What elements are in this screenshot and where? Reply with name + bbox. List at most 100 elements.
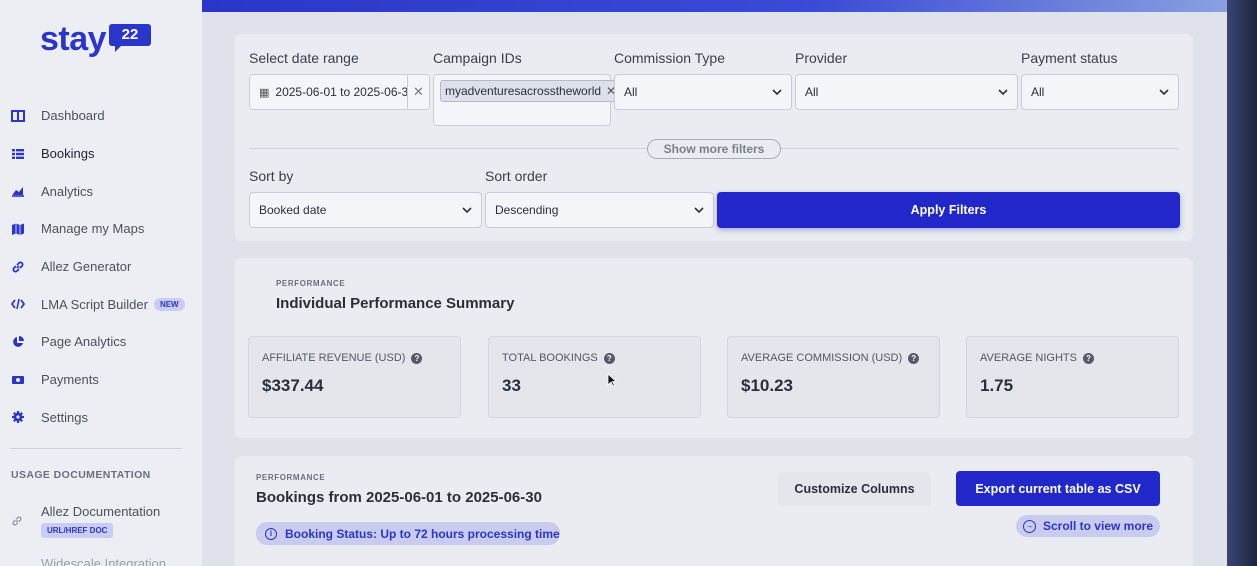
dashboard-icon <box>11 109 25 123</box>
payment-status-value: All <box>1031 85 1045 99</box>
stat-value: $337.44 <box>262 376 324 395</box>
chart-icon <box>11 184 25 198</box>
stat-card-total-bookings: TOTAL BOOKINGS ? 33 <box>488 336 701 418</box>
sidebar: stay 22 Dashboard Bookings Analytics Man… <box>0 0 202 566</box>
provider-select[interactable]: All <box>795 74 1018 110</box>
info-icon: i <box>265 527 277 540</box>
campaign-ids-label: Campaign IDs <box>433 50 522 66</box>
bookings-title: Bookings from 2025-06-01 to 2025-06-30 <box>256 489 542 506</box>
top-accent-bar <box>202 0 1227 12</box>
stat-card-affiliate-revenue: AFFILIATE REVENUE (USD) ? $337.44 <box>248 336 461 418</box>
show-more-filters-button[interactable]: Show more filters <box>647 139 781 159</box>
scroll-to-view-more-button[interactable]: → Scroll to view more <box>1016 515 1160 537</box>
date-range-value: 2025-06-01 to 2025-06-3 <box>275 85 409 99</box>
doc-title: Allez Documentation <box>41 504 161 519</box>
date-range-label: Select date range <box>249 50 359 66</box>
stat-label: AFFILIATE REVENUE (USD) ? <box>262 352 423 364</box>
sort-order-value: Descending <box>495 203 559 217</box>
sidebar-item-analytics[interactable]: Analytics <box>0 172 202 210</box>
scroll-hint-label: Scroll to view more <box>1042 519 1154 533</box>
sidebar-item-manage-maps[interactable]: Manage my Maps <box>0 210 202 248</box>
export-csv-button[interactable]: Export current table as CSV <box>956 471 1160 506</box>
date-range-input[interactable]: ▦ 2025-06-01 to 2025-06-3 ✕ <box>249 74 430 110</box>
sidebar-item-settings[interactable]: Settings <box>0 399 202 437</box>
doc-item-widescale[interactable]: Widescale Integration <box>41 556 166 566</box>
payment-status-select[interactable]: All <box>1021 74 1179 110</box>
stat-label-text: AFFILIATE REVENUE (USD) <box>262 352 406 364</box>
help-icon[interactable]: ? <box>411 352 423 364</box>
stat-card-average-nights: AVERAGE NIGHTS ? 1.75 <box>966 336 1179 418</box>
doc-heading: USAGE DOCUMENTATION <box>11 469 151 481</box>
chevron-down-icon <box>1159 89 1169 96</box>
chevron-down-icon <box>462 207 472 214</box>
calendar-icon: ▦ <box>259 86 270 99</box>
stat-value: $10.23 <box>741 376 793 395</box>
campaign-tag: myadventuresacrosstheworld ✕ <box>440 80 621 102</box>
map-icon <box>11 222 25 236</box>
customize-columns-button[interactable]: Customize Columns <box>778 472 931 506</box>
sidebar-item-label: LMA Script Builder <box>41 296 148 312</box>
campaign-tag-label: myadventuresacrosstheworld <box>445 84 602 98</box>
mouse-cursor-icon <box>607 373 617 387</box>
help-icon[interactable]: ? <box>1082 352 1094 364</box>
chevron-down-icon <box>998 89 1008 96</box>
arrow-right-icon: → <box>1022 519 1036 533</box>
sidebar-item-label: Dashboard <box>41 108 105 124</box>
code-icon <box>11 297 25 311</box>
logo[interactable]: stay <box>40 20 107 59</box>
sort-order-select[interactable]: Descending <box>485 192 714 228</box>
stat-label: AVERAGE NIGHTS ? <box>980 352 1094 364</box>
campaign-ids-input[interactable]: myadventuresacrosstheworld ✕ <box>433 74 621 126</box>
new-badge: NEW <box>153 297 185 311</box>
money-icon <box>11 373 25 387</box>
sort-by-label: Sort by <box>249 168 294 184</box>
chevron-down-icon <box>772 89 782 96</box>
sidebar-item-bookings[interactable]: Bookings <box>0 135 202 173</box>
stat-label-text: AVERAGE COMMISSION (USD) <box>741 352 903 364</box>
stat-card-average-commission: AVERAGE COMMISSION (USD) ? $10.23 <box>727 336 940 418</box>
booking-status-badge: i Booking Status: Up to 72 hours process… <box>256 522 560 545</box>
stat-label-text: TOTAL BOOKINGS <box>502 352 598 364</box>
stat-label: AVERAGE COMMISSION (USD) ? <box>741 352 920 364</box>
sidebar-nav: Dashboard Bookings Analytics Manage my M… <box>0 97 202 436</box>
help-icon[interactable]: ? <box>908 352 920 364</box>
link-icon <box>11 260 25 274</box>
sidebar-item-label: Allez Generator <box>41 259 132 275</box>
provider-label: Provider <box>795 50 848 66</box>
sort-by-value: Booked date <box>259 203 327 217</box>
link-icon <box>11 514 23 532</box>
commission-type-value: All <box>624 85 638 99</box>
sidebar-item-payments[interactable]: Payments <box>0 361 202 399</box>
commission-type-label: Commission Type <box>614 50 726 66</box>
apply-filters-button[interactable]: Apply Filters <box>717 192 1180 228</box>
sort-by-select[interactable]: Booked date <box>249 192 482 228</box>
list-icon <box>11 147 25 161</box>
sidebar-divider <box>10 448 182 449</box>
sidebar-item-label: Payments <box>41 372 99 388</box>
stat-label-text: AVERAGE NIGHTS <box>980 352 1077 364</box>
commission-type-select[interactable]: All <box>614 74 792 110</box>
sidebar-item-label: Analytics <box>41 183 94 199</box>
sidebar-item-label: Settings <box>41 409 88 425</box>
stat-value: 1.75 <box>980 376 1014 395</box>
logo-badge: 22 <box>109 24 151 52</box>
booking-status-text: Booking Status: Up to 72 hours processin… <box>285 526 560 541</box>
sidebar-item-allez-generator[interactable]: Allez Generator <box>0 248 202 286</box>
window-edge <box>1227 0 1257 566</box>
gear-icon <box>11 410 25 424</box>
sidebar-item-label: Bookings <box>41 146 95 162</box>
clear-date-icon[interactable]: ✕ <box>407 75 429 109</box>
summary-kicker: PERFORMANCE <box>276 279 346 288</box>
sidebar-item-page-analytics[interactable]: Page Analytics <box>0 323 202 361</box>
stat-label: TOTAL BOOKINGS ? <box>502 352 615 364</box>
payment-status-label: Payment status <box>1021 50 1118 66</box>
help-icon[interactable]: ? <box>603 352 615 364</box>
pie-icon <box>11 335 25 349</box>
bookings-kicker: PERFORMANCE <box>256 473 326 482</box>
summary-title: Individual Performance Summary <box>276 295 515 312</box>
chevron-down-icon <box>694 207 704 214</box>
sidebar-item-lma-script-builder[interactable]: LMA Script Builder NEW <box>0 285 202 323</box>
sidebar-item-label: Manage my Maps <box>41 221 145 237</box>
doc-badge: URL/HREF DOC <box>41 523 114 538</box>
sidebar-item-dashboard[interactable]: Dashboard <box>0 97 202 135</box>
